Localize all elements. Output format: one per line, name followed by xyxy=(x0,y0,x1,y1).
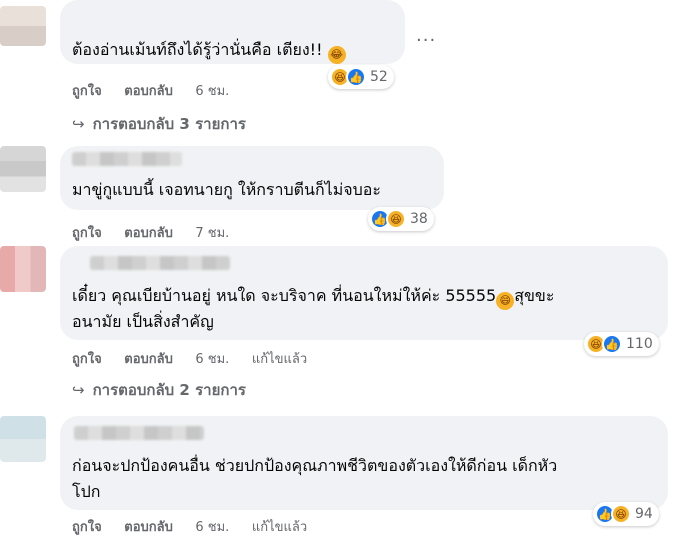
avatar[interactable] xyxy=(0,146,46,192)
timestamp[interactable]: 6 ชม. xyxy=(195,84,229,99)
author-name-blurred[interactable] xyxy=(72,152,182,166)
reaction-summary[interactable]: 👍 😆 38 xyxy=(368,207,434,231)
avatar[interactable] xyxy=(0,6,46,46)
author-name-blurred[interactable] xyxy=(74,426,204,440)
comment-text: เดี๋ยว คุณเบียบ้านอยู่ หนใด จะบริจาค ที่… xyxy=(72,282,554,310)
comment-bubble: เดี๋ยว คุณเบียบ้านอยู่ หนใด จะบริจาค ที่… xyxy=(60,246,668,340)
comment-actions: ถูกใจ ตอบกลับ 6 ชม. แก้ไขแล้ว xyxy=(72,516,325,537)
reaction-count: 94 xyxy=(635,506,653,522)
view-replies-link[interactable]: ↪ การตอบกลับ 2 รายการ xyxy=(72,378,246,402)
comment-actions: ถูกใจ ตอบกลับ 7 ชม. xyxy=(72,222,247,243)
reply-arrow-icon: ↪ xyxy=(72,115,85,133)
edited-label[interactable]: แก้ไขแล้ว xyxy=(252,520,307,535)
like-icon: 👍 xyxy=(346,67,366,87)
reply-arrow-icon: ↪ xyxy=(72,381,85,399)
haha-icon: 😆 xyxy=(611,504,631,524)
reaction-summary[interactable]: 😆 👍 110 xyxy=(584,332,659,356)
like-icon: 👍 xyxy=(602,334,622,354)
edited-label[interactable]: แก้ไขแล้ว xyxy=(252,352,307,367)
comment-bubble: ต้องอ่านเม้นท์ถึงได้รู้ว่านั่นคือ เตียง!… xyxy=(60,0,405,64)
timestamp[interactable]: 6 ชม. xyxy=(195,520,229,535)
reaction-summary[interactable]: 😆 👍 52 xyxy=(328,65,394,89)
reply-button[interactable]: ตอบกลับ xyxy=(124,84,173,99)
comment-text: ต้องอ่านเม้นท์ถึงได้รู้ว่านั่นคือ เตียง!… xyxy=(72,36,346,64)
comment-bubble: มาขู่กูแบบนี้ เจอทนายกู ให้กราบตีนก็ไม่จ… xyxy=(60,146,444,210)
reaction-count: 52 xyxy=(370,69,388,85)
like-button[interactable]: ถูกใจ xyxy=(72,84,102,99)
reply-button[interactable]: ตอบกลับ xyxy=(124,352,173,367)
haha-icon: 😆 xyxy=(386,209,406,229)
reaction-count: 110 xyxy=(626,336,653,352)
comment-text: มาขู่กูแบบนี้ เจอทนายกู ให้กราบตีนก็ไม่จ… xyxy=(72,180,381,199)
grinning-emoji-icon: 😄 xyxy=(496,292,515,310)
like-button[interactable]: ถูกใจ xyxy=(72,520,102,535)
avatar[interactable] xyxy=(0,246,46,292)
reply-button[interactable]: ตอบกลับ xyxy=(124,226,173,241)
reaction-summary[interactable]: 👍 😆 94 xyxy=(593,502,659,526)
laughing-emoji-icon: 😂 xyxy=(327,46,346,64)
reply-button[interactable]: ตอบกลับ xyxy=(124,520,173,535)
avatar[interactable] xyxy=(0,416,46,462)
timestamp[interactable]: 7 ชม. xyxy=(195,226,229,241)
comment-text-line2: โปก xyxy=(72,482,101,501)
more-options-icon[interactable]: ··· xyxy=(416,30,436,51)
comment-text-line2: อนามัย เป็นสิ่งสำคัญ xyxy=(72,312,214,331)
comment-actions: ถูกใจ ตอบกลับ 6 ชม. xyxy=(72,80,247,101)
comment-bubble: ก่อนจะปกป้องคนอื่น ช่วยปกป้องคุณภาพชีวิต… xyxy=(60,416,668,510)
like-button[interactable]: ถูกใจ xyxy=(72,352,102,367)
timestamp[interactable]: 6 ชม. xyxy=(195,352,229,367)
author-name-blurred[interactable] xyxy=(90,256,230,270)
reaction-count: 38 xyxy=(410,211,428,227)
comment-actions: ถูกใจ ตอบกลับ 6 ชม. แก้ไขแล้ว xyxy=(72,348,325,369)
comment-text: ก่อนจะปกป้องคนอื่น ช่วยปกป้องคุณภาพชีวิต… xyxy=(72,456,558,475)
like-button[interactable]: ถูกใจ xyxy=(72,226,102,241)
view-replies-link[interactable]: ↪ การตอบกลับ 3 รายการ xyxy=(72,112,246,136)
